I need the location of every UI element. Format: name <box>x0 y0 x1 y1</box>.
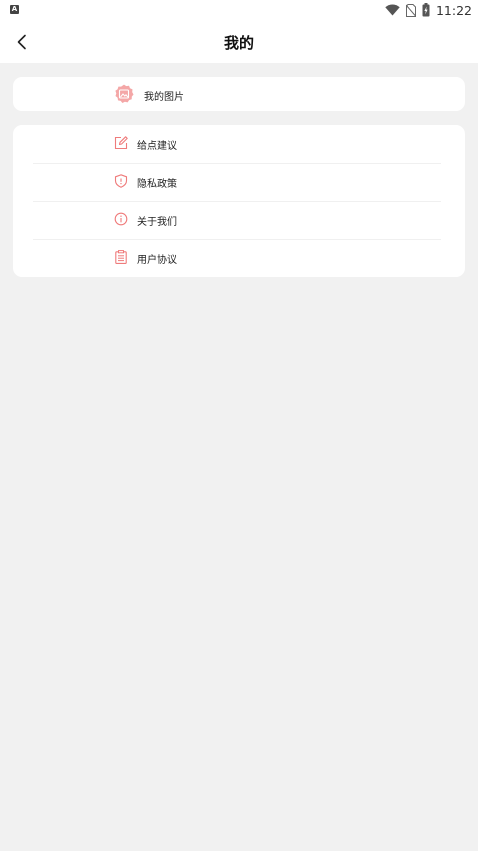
shield-icon <box>114 174 128 188</box>
notification-icon: A <box>10 5 19 14</box>
status-time: 11:22 <box>435 2 472 18</box>
menu-item-label: 关于我们 <box>137 217 177 228</box>
photo-icon <box>115 84 134 103</box>
page-title: 我的 <box>223 34 254 52</box>
battery-charging-icon <box>422 3 430 17</box>
menu-item-about-us[interactable]: 关于我们 <box>13 201 465 239</box>
my-pictures-label: 我的图片 <box>144 92 184 103</box>
app-bar: 我的 <box>0 22 478 63</box>
clipboard-icon <box>115 250 127 264</box>
wifi-icon <box>385 4 400 16</box>
edit-icon <box>114 136 128 150</box>
status-icons: 11:22 <box>385 2 472 18</box>
no-sim-icon <box>405 3 416 17</box>
my-pictures-card[interactable]: 我的图片 <box>13 77 465 111</box>
menu-item-feedback[interactable]: 给点建议 <box>13 125 465 163</box>
menu-item-privacy-policy[interactable]: 隐私政策 <box>13 163 465 201</box>
menu-item-label: 给点建议 <box>137 141 177 152</box>
menu-item-user-agreement[interactable]: 用户协议 <box>13 239 465 277</box>
settings-menu-card: 给点建议 隐私政策 关于我们 用户协议 <box>13 125 465 277</box>
menu-item-label: 隐私政策 <box>137 179 177 190</box>
menu-item-label: 用户协议 <box>137 255 177 266</box>
status-bar: A 11:22 <box>0 0 478 22</box>
info-icon <box>114 212 128 226</box>
